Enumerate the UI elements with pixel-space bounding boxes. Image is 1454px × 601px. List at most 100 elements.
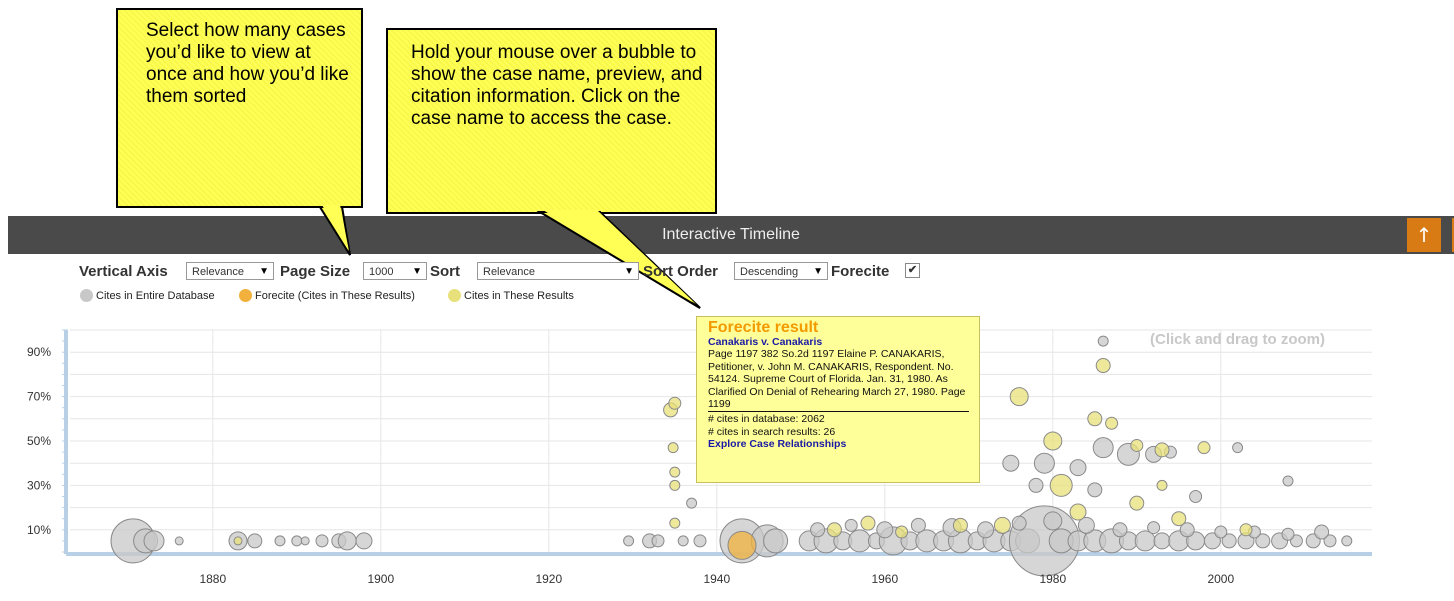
case-bubble: [1129, 495, 1145, 511]
y-tick-label: 10%: [27, 523, 51, 537]
case-bubble: [860, 515, 876, 531]
case-bubble: [826, 522, 842, 538]
legend-these-results[interactable]: Cites in These Results: [448, 289, 574, 302]
forecite-checkbox[interactable]: ✔: [905, 263, 920, 278]
case-bubble: [174, 536, 184, 546]
y-tick-label: 70%: [27, 390, 51, 404]
case-bubble: [1156, 479, 1168, 491]
case-bubble: [247, 533, 263, 549]
sort-order-value: Descending: [740, 266, 799, 278]
case-bubble: [952, 517, 968, 533]
x-tick-label: 1920: [535, 572, 562, 586]
sort-select[interactable]: Relevance ▼: [477, 262, 639, 280]
case-bubble: [876, 521, 894, 539]
case-bubble: [693, 534, 707, 548]
case-bubble: [1011, 515, 1027, 531]
page-size-label: Page Size: [280, 263, 351, 280]
case-bubble: [1197, 441, 1211, 455]
case-bubble: [1282, 475, 1294, 487]
tooltip-preview: Page 1197 382 So.2d 1197 Elaine P. CANAK…: [708, 348, 969, 413]
case-bubble: [844, 518, 858, 532]
case-bubble: [1033, 452, 1055, 474]
case-bubble: [651, 534, 665, 548]
sort-order-label: Sort Order: [643, 263, 719, 280]
tooltip-case-link[interactable]: Canakaris v. Canakaris: [708, 336, 969, 348]
sort-value: Relevance: [483, 266, 535, 278]
x-tick-label: 2000: [1207, 572, 1234, 586]
legend-entire-db[interactable]: Cites in Entire Database: [80, 289, 215, 302]
page-size-value: 1000: [369, 266, 394, 278]
vertical-axis-select[interactable]: Relevance ▼: [186, 262, 274, 280]
case-bubble: [677, 535, 689, 547]
legend-dot: [239, 289, 252, 302]
case-bubble: [668, 396, 682, 410]
case-bubble: [1002, 454, 1020, 472]
case-bubble: [895, 525, 909, 539]
case-bubble: [1087, 482, 1103, 498]
dropdown-arrow-icon: ▼: [412, 266, 422, 277]
case-bubble: [143, 530, 165, 552]
page-size-select[interactable]: 1000 ▼: [363, 262, 427, 280]
case-bubble: [1314, 524, 1330, 540]
case-bubble: [1341, 535, 1353, 547]
tooltip-cites-db: # cites in database: 2062: [708, 413, 825, 426]
case-bubble: [1069, 503, 1087, 521]
case-bubble: [669, 479, 681, 491]
case-bubble: [1043, 431, 1063, 451]
y-tick-label: 50%: [27, 434, 51, 448]
vertical-axis-value: Relevance: [192, 266, 244, 278]
sort-order-select[interactable]: Descending ▼: [734, 262, 828, 280]
case-bubble: [1043, 511, 1063, 531]
case-bubble: [1232, 442, 1244, 454]
case-bubble: [993, 516, 1011, 534]
case-bubble: [763, 528, 789, 554]
case-bubble: [1087, 411, 1103, 427]
dropdown-arrow-icon: ▼: [259, 266, 269, 277]
case-bubble: [1112, 522, 1128, 538]
case-bubble: [623, 535, 635, 547]
case-bubble: [1281, 527, 1295, 541]
x-tick-label: 1900: [367, 572, 394, 586]
x-tick-label: 1940: [703, 572, 730, 586]
case-bubble: [1095, 358, 1111, 374]
dropdown-arrow-icon: ▼: [813, 266, 823, 277]
x-tick-label: 1880: [199, 572, 226, 586]
case-bubble: [1239, 523, 1253, 537]
tooltip-cites-results: # cites in search results: 26: [708, 425, 836, 438]
case-bubble: [1028, 477, 1044, 493]
case-bubble: [1009, 387, 1029, 407]
tooltip-explore-link[interactable]: Explore Case Relationships: [708, 438, 969, 450]
legend-forecite[interactable]: Forecite (Cites in These Results): [239, 289, 415, 302]
case-bubble: [1154, 442, 1170, 458]
case-bubble: [355, 532, 373, 550]
case-bubble: [1105, 416, 1119, 430]
case-bubble: [1189, 490, 1203, 503]
case-bubble: [315, 534, 329, 548]
x-tick-label: 1960: [871, 572, 898, 586]
sort-label: Sort: [430, 263, 460, 280]
case-bubble: [233, 536, 243, 546]
legend-label: Cites in Entire Database: [96, 290, 215, 302]
legend-dot: [80, 289, 93, 302]
dropdown-arrow-icon: ▼: [624, 266, 634, 277]
case-bubble: [669, 466, 681, 478]
case-bubble: [910, 517, 926, 533]
zoom-hint: (Click and drag to zoom): [1150, 331, 1326, 348]
case-bubble: [977, 521, 995, 539]
x-tick-label: 1980: [1039, 572, 1066, 586]
case-bubble: [1171, 511, 1187, 527]
tooltip-title: Forecite result: [708, 319, 819, 336]
case-bubble: [1049, 473, 1073, 497]
legend-label: Forecite (Cites in These Results): [255, 290, 415, 302]
case-bubble: [300, 536, 310, 546]
case-bubble: [337, 531, 357, 551]
case-bubble: [1214, 525, 1228, 539]
case-bubble: [848, 529, 872, 553]
y-tick-label: 90%: [27, 345, 51, 359]
vertical-axis-label: Vertical Axis: [79, 263, 168, 280]
forecite-label: Forecite: [831, 263, 890, 280]
case-bubble: [274, 535, 286, 547]
case-bubble: [810, 522, 826, 538]
case-bubble: [667, 442, 679, 454]
legend-label: Cites in These Results: [464, 290, 574, 302]
